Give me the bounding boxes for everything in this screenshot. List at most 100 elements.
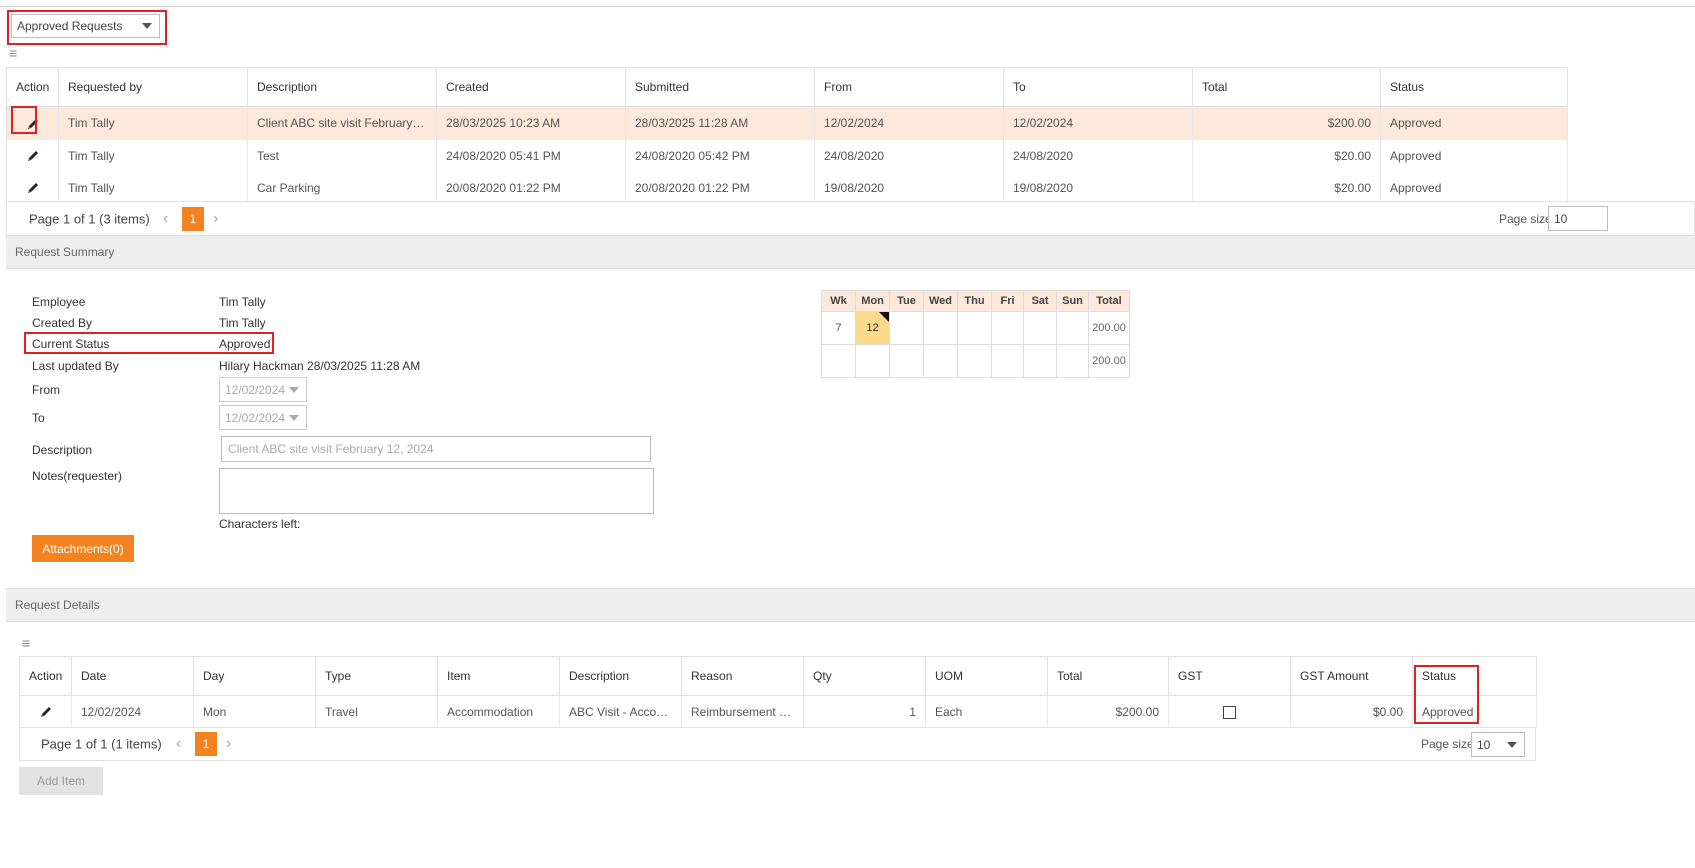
- request-filter-value: Approved Requests: [17, 19, 123, 33]
- chevron-down-icon: [289, 386, 299, 393]
- cal-empty-cell: [923, 344, 958, 378]
- col-requested-by[interactable]: Requested by: [58, 67, 248, 107]
- request-filter-select[interactable]: Approved Requests: [11, 14, 160, 38]
- cell-total: $200.00: [1192, 106, 1381, 140]
- description-field[interactable]: Client ABC site visit February 12, 2024: [221, 436, 651, 462]
- cal-day-cell[interactable]: [991, 311, 1024, 345]
- col-qty[interactable]: Qty: [803, 656, 926, 696]
- page-size-select[interactable]: 10: [1471, 732, 1525, 757]
- chevron-down-icon: [289, 414, 299, 421]
- col-status[interactable]: Status: [1412, 656, 1537, 696]
- col-type[interactable]: Type: [315, 656, 438, 696]
- attachments-button[interactable]: Attachments(0): [32, 535, 134, 562]
- cal-grand-total: 200.00: [1088, 344, 1130, 378]
- cal-head-wk: Wk: [821, 290, 856, 312]
- cell-to: 24/08/2020: [1003, 139, 1193, 172]
- cal-empty-cell: [1023, 344, 1057, 378]
- table-row[interactable]: Tim Tally Car Parking 20/08/2020 01:22 P…: [6, 171, 1568, 204]
- notes-label: Notes(requester): [32, 469, 123, 483]
- to-date-picker[interactable]: 12/02/2024: [219, 405, 307, 430]
- col-action[interactable]: Action: [19, 656, 72, 696]
- current-status-value: Approved: [219, 337, 271, 351]
- hamburger-menu-icon[interactable]: ≡: [9, 46, 17, 60]
- top-divider: [0, 6, 1695, 7]
- chevron-right-icon[interactable]: ›: [213, 210, 218, 228]
- col-item[interactable]: Item: [437, 656, 560, 696]
- cal-day-cell[interactable]: [1023, 311, 1057, 345]
- cell-from: 12/02/2024: [814, 106, 1004, 140]
- cal-empty-cell: [1056, 344, 1089, 378]
- chevron-down-icon: [1507, 741, 1517, 748]
- from-label: From: [32, 383, 60, 397]
- cell-status: Approved: [1380, 106, 1568, 140]
- details-grid: Action Date Day Type Item Description Re…: [19, 656, 1537, 728]
- notes-field[interactable]: [219, 468, 654, 514]
- pencil-icon[interactable]: [26, 149, 40, 163]
- request-summary-header: Request Summary: [6, 235, 1695, 269]
- from-date-picker[interactable]: 12/02/2024: [219, 377, 307, 402]
- chevron-down-icon: [142, 23, 152, 29]
- corner-marker-icon: [879, 312, 889, 322]
- cal-day-cell[interactable]: [923, 311, 958, 345]
- table-row[interactable]: 12/02/2024 Mon Travel Accommodation ABC …: [19, 695, 1537, 728]
- pager-info: Page 1 of 1 (1 items): [41, 736, 162, 752]
- chevron-left-icon[interactable]: ‹: [176, 735, 181, 753]
- row-action: [6, 106, 59, 140]
- cal-empty-cell: [889, 344, 924, 378]
- page-button-1[interactable]: 1: [195, 732, 217, 756]
- pencil-icon[interactable]: [26, 181, 40, 195]
- col-description[interactable]: Description: [247, 67, 437, 107]
- cal-empty-cell: [855, 344, 890, 378]
- page-button-1[interactable]: 1: [182, 206, 204, 231]
- table-row[interactable]: Tim Tally Test 24/08/2020 05:41 PM 24/08…: [6, 139, 1568, 172]
- cell-description: Car Parking: [247, 171, 437, 204]
- employee-label: Employee: [32, 295, 86, 309]
- week-calendar: Wk Mon Tue Wed Thu Fri Sat Sun Total 7 1…: [821, 290, 1130, 378]
- cell-gst-amount: $0.00: [1290, 695, 1413, 728]
- cal-head-mon: Mon: [855, 290, 890, 312]
- details-pager: Page 1 of 1 (1 items) ‹ 1 › Page size: 1…: [19, 727, 1536, 761]
- cell-requested-by: Tim Tally: [58, 171, 248, 204]
- cell-uom: Each: [925, 695, 1048, 728]
- col-submitted[interactable]: Submitted: [625, 67, 815, 107]
- cal-day-cell[interactable]: [957, 311, 992, 345]
- col-created[interactable]: Created: [436, 67, 626, 107]
- col-description[interactable]: Description: [559, 656, 682, 696]
- table-row[interactable]: Tim Tally Client ABC site visit February…: [6, 106, 1568, 140]
- gst-checkbox[interactable]: [1223, 705, 1236, 719]
- col-uom[interactable]: UOM: [925, 656, 1048, 696]
- col-gst[interactable]: GST: [1168, 656, 1291, 696]
- col-status[interactable]: Status: [1380, 67, 1568, 107]
- pencil-icon[interactable]: [39, 705, 53, 719]
- cell-created: 28/03/2025 10:23 AM: [436, 106, 626, 140]
- col-date[interactable]: Date: [71, 656, 194, 696]
- cal-head-wed: Wed: [923, 290, 958, 312]
- cell-created: 20/08/2020 01:22 PM: [436, 171, 626, 204]
- requests-grid: Action Requested by Description Created …: [6, 67, 1568, 204]
- add-item-button[interactable]: Add Item: [19, 767, 103, 795]
- chevron-left-icon[interactable]: ‹: [163, 210, 168, 228]
- cal-day-cell[interactable]: [1056, 311, 1089, 345]
- col-day[interactable]: Day: [193, 656, 316, 696]
- cell-to: 12/02/2024: [1003, 106, 1193, 140]
- col-gst-amount[interactable]: GST Amount: [1290, 656, 1413, 696]
- cell-status: Approved: [1412, 695, 1537, 728]
- hamburger-menu-icon[interactable]: ≡: [22, 636, 30, 650]
- cal-head-sun: Sun: [1056, 290, 1089, 312]
- col-total[interactable]: Total: [1047, 656, 1169, 696]
- pencil-icon[interactable]: [26, 117, 40, 131]
- cal-day-cell[interactable]: [889, 311, 924, 345]
- page-size-value: 10: [1477, 737, 1491, 752]
- col-total[interactable]: Total: [1192, 67, 1381, 107]
- chevron-right-icon[interactable]: ›: [226, 735, 231, 753]
- cal-day-cell-highlight[interactable]: 12: [855, 311, 890, 345]
- col-to[interactable]: To: [1003, 67, 1193, 107]
- col-from[interactable]: From: [814, 67, 1004, 107]
- cell-status: Approved: [1380, 171, 1568, 204]
- col-reason[interactable]: Reason: [681, 656, 804, 696]
- col-action[interactable]: Action: [6, 67, 59, 107]
- cell-submitted: 24/08/2020 05:42 PM: [625, 139, 815, 172]
- cal-total-row: 200.00: [821, 344, 1130, 378]
- current-status-label: Current Status: [32, 337, 110, 351]
- page-size-select[interactable]: 10: [1548, 206, 1608, 231]
